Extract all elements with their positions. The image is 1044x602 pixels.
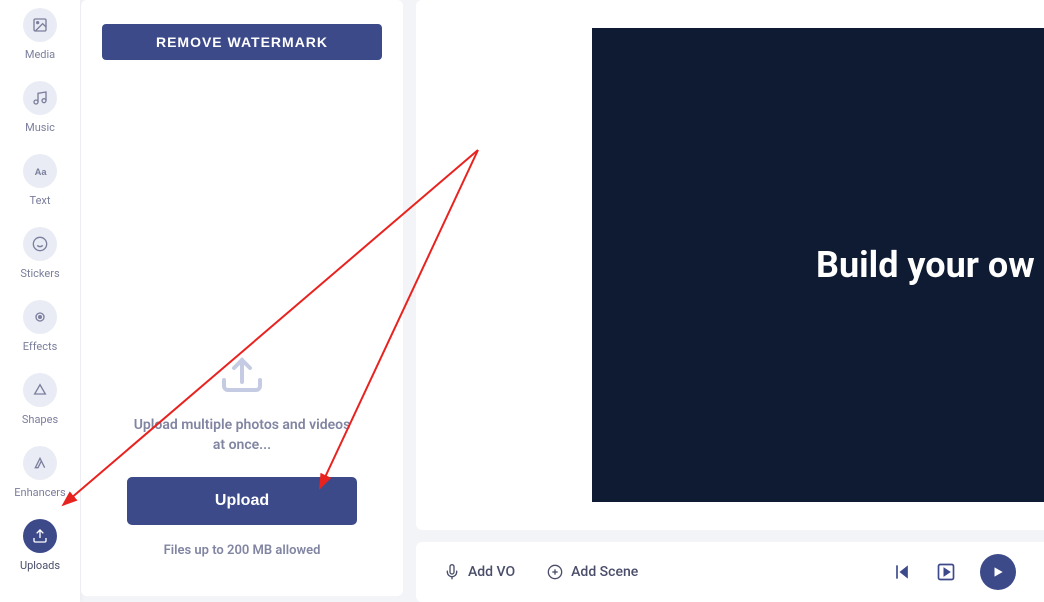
enhancers-icon	[23, 446, 57, 480]
sidebar-label: Text	[30, 194, 51, 207]
add-scene-button[interactable]: Add Scene	[547, 564, 638, 580]
right-section: Build your ow Add VO Add Scene	[416, 0, 1044, 602]
preview-area: Build your ow	[416, 0, 1044, 530]
add-vo-label: Add VO	[468, 564, 515, 580]
sidebar-item-uploads[interactable]: Uploads	[20, 519, 60, 572]
upload-zone: Upload multiple photos and videos at onc…	[101, 350, 383, 558]
preview-canvas[interactable]: Build your ow	[592, 28, 1044, 502]
svg-text:Aa: Aa	[35, 167, 48, 177]
smiley-icon	[23, 227, 57, 261]
uploads-panel: REMOVE WATERMARK Upload multiple photos …	[81, 0, 403, 596]
play-button[interactable]	[980, 554, 1016, 590]
mic-icon	[444, 564, 460, 580]
file-limit-text: Files up to 200 MB allowed	[164, 543, 321, 558]
remove-watermark-button[interactable]: REMOVE WATERMARK	[102, 24, 382, 60]
sidebar: Media Music Aa Text Stickers Effects Sha…	[0, 0, 80, 602]
preview-play-button[interactable]	[936, 562, 956, 582]
shapes-icon	[23, 373, 57, 407]
sidebar-label: Shapes	[22, 413, 58, 426]
plus-circle-icon	[547, 564, 563, 580]
upload-prompt-text: Upload multiple photos and videos at onc…	[127, 416, 357, 455]
preview-text: Build your ow	[816, 244, 1035, 286]
bottom-bar: Add VO Add Scene	[416, 542, 1044, 602]
text-icon: Aa	[23, 154, 57, 188]
image-icon	[23, 8, 57, 42]
skip-back-icon	[892, 562, 912, 582]
sidebar-label: Music	[25, 121, 55, 134]
play-frame-icon	[936, 562, 956, 582]
effects-icon	[23, 300, 57, 334]
add-scene-label: Add Scene	[571, 564, 638, 580]
sidebar-item-shapes[interactable]: Shapes	[22, 373, 58, 426]
sidebar-item-effects[interactable]: Effects	[23, 300, 58, 353]
upload-icon	[23, 519, 57, 553]
sidebar-label: Enhancers	[14, 486, 65, 499]
add-vo-button[interactable]: Add VO	[444, 564, 515, 580]
sidebar-item-media[interactable]: Media	[23, 8, 57, 61]
sidebar-label: Effects	[23, 340, 58, 353]
upload-cloud-icon	[218, 350, 266, 398]
sidebar-label: Media	[25, 48, 55, 61]
skip-back-button[interactable]	[892, 562, 912, 582]
sidebar-item-text[interactable]: Aa Text	[23, 154, 57, 207]
sidebar-item-music[interactable]: Music	[23, 81, 57, 134]
sidebar-label: Stickers	[20, 267, 59, 280]
sidebar-label: Uploads	[20, 559, 60, 572]
play-icon	[991, 565, 1005, 579]
music-icon	[23, 81, 57, 115]
upload-button[interactable]: Upload	[127, 477, 357, 525]
sidebar-item-stickers[interactable]: Stickers	[20, 227, 59, 280]
sidebar-item-enhancers[interactable]: Enhancers	[14, 446, 65, 499]
